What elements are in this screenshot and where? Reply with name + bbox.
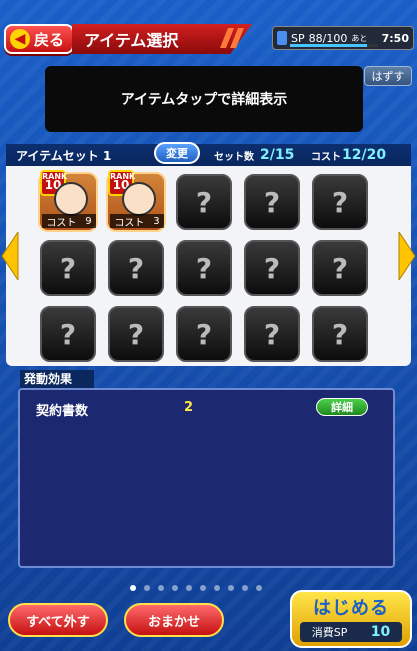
empty-item-slot[interactable]: ? xyxy=(176,174,232,230)
empty-item-slot[interactable]: ? xyxy=(312,240,368,296)
page-dot[interactable] xyxy=(172,585,178,591)
question-mark-icon: ? xyxy=(331,185,349,219)
question-mark-icon: ? xyxy=(263,317,281,351)
sp-consume-label: 消費SP xyxy=(311,626,348,639)
page-dot[interactable] xyxy=(228,585,234,591)
question-mark-icon: ? xyxy=(331,317,349,351)
info-text: アイテムタップで詳細表示 xyxy=(120,92,288,108)
remove-all-label: すべて外す xyxy=(26,614,90,630)
item-cost: コスト 3 xyxy=(110,214,164,229)
page-dot[interactable] xyxy=(186,585,192,591)
sp-suffix: あと xyxy=(351,33,368,43)
auto-label: おまかせ xyxy=(147,614,200,630)
sp-consume-value: 10 xyxy=(370,624,391,640)
page-dot[interactable] xyxy=(256,585,262,591)
header: ◀ 戻る アイテム選択 SP 88/100 あと 7:50 xyxy=(0,0,417,58)
question-mark-icon: ? xyxy=(59,317,77,351)
effect-value: 2 xyxy=(184,400,194,415)
item-slot[interactable]: RANK 10 コスト 9 xyxy=(38,170,98,232)
set-header: アイテムセット 1 変更 セット数 2/15 コスト 12/20 xyxy=(6,142,411,166)
question-mark-icon: ? xyxy=(263,185,281,219)
empty-item-slot[interactable]: ? xyxy=(244,174,300,230)
timer: 7:50 xyxy=(381,31,409,45)
item-cost: コスト 9 xyxy=(42,214,96,229)
effects-panel: 契約書数 2 詳細 xyxy=(18,388,395,568)
effects-header: 発動効果 xyxy=(20,370,94,388)
cost-label: コスト xyxy=(311,151,341,163)
sp-bar xyxy=(290,44,378,47)
empty-item-slot[interactable]: ? xyxy=(244,240,300,296)
empty-item-slot[interactable]: ? xyxy=(40,240,96,296)
sp-value: 88/100 xyxy=(308,31,348,45)
question-mark-icon: ? xyxy=(195,317,213,351)
page-dot[interactable] xyxy=(214,585,220,591)
auto-button[interactable]: おまかせ xyxy=(124,603,224,637)
page-dot[interactable] xyxy=(200,585,206,591)
character-portrait xyxy=(54,182,88,216)
empty-item-slot[interactable]: ? xyxy=(108,240,164,296)
set-title: アイテムセット 1 xyxy=(16,148,112,163)
back-label: 戻る xyxy=(34,30,65,49)
effect-label: 契約書数 xyxy=(36,404,89,419)
empty-item-slot[interactable]: ? xyxy=(108,306,164,362)
question-mark-icon: ? xyxy=(127,317,145,351)
back-button[interactable]: ◀ 戻る xyxy=(4,24,74,54)
empty-item-slot[interactable]: ? xyxy=(176,240,232,296)
page-dot[interactable] xyxy=(130,585,136,591)
question-mark-icon: ? xyxy=(331,251,349,285)
chevron-left-icon[interactable] xyxy=(0,232,20,280)
page-dot[interactable] xyxy=(242,585,248,591)
title-decoration xyxy=(220,28,244,48)
item-slot[interactable]: RANK 10 コスト 3 xyxy=(106,170,166,232)
remove-all-button[interactable]: すべて外す xyxy=(8,603,108,637)
start-button[interactable]: はじめる 消費SP 10 xyxy=(290,590,412,648)
sp-bar-fill xyxy=(290,44,368,47)
set-count-label: セット数 xyxy=(214,151,254,163)
question-mark-icon: ? xyxy=(127,251,145,285)
question-mark-icon: ? xyxy=(263,251,281,285)
empty-item-slot[interactable]: ? xyxy=(40,306,96,362)
cost-value: 12/20 xyxy=(342,147,387,163)
change-set-button[interactable]: 変更 xyxy=(154,142,200,164)
question-mark-icon: ? xyxy=(59,251,77,285)
question-mark-icon: ? xyxy=(195,251,213,285)
empty-item-slot[interactable]: ? xyxy=(244,306,300,362)
page-dot[interactable] xyxy=(144,585,150,591)
page-dot[interactable] xyxy=(158,585,164,591)
remove-button[interactable]: はずす xyxy=(364,66,412,86)
empty-item-slot[interactable]: ? xyxy=(176,306,232,362)
detail-button[interactable]: 詳細 xyxy=(316,398,368,416)
arrow-left-icon: ◀ xyxy=(10,29,30,49)
question-mark-icon: ? xyxy=(195,185,213,219)
item-grid: RANK 10 コスト 9 RANK 10 コスト 3 ????????????… xyxy=(6,166,411,366)
page-indicator xyxy=(130,585,262,591)
empty-item-slot[interactable]: ? xyxy=(312,174,368,230)
sp-card-icon xyxy=(277,31,287,45)
character-portrait xyxy=(122,182,156,216)
sp-label: SP xyxy=(291,31,305,45)
sp-consume: 消費SP 10 xyxy=(300,622,402,642)
chevron-right-icon[interactable] xyxy=(397,232,417,280)
info-banner: アイテムタップで詳細表示 xyxy=(45,66,363,132)
start-label: はじめる xyxy=(313,598,389,619)
set-count-value: 2/15 xyxy=(260,147,295,163)
empty-item-slot[interactable]: ? xyxy=(312,306,368,362)
